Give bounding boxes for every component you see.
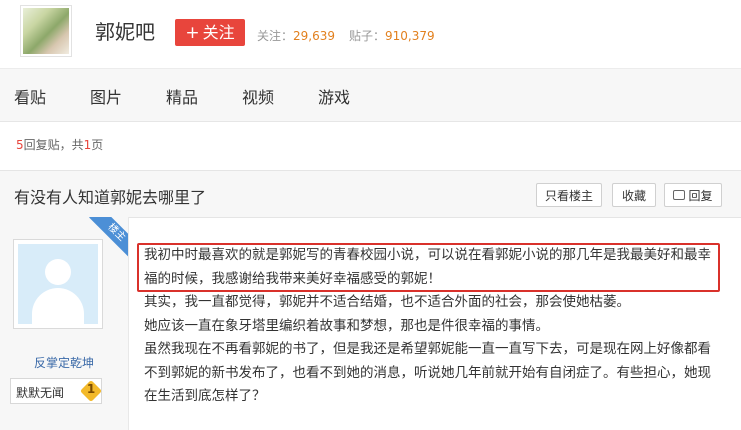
reply-count-text: 回复贴，共	[23, 138, 84, 152]
author-name[interactable]: 反掌定乾坤	[0, 354, 128, 371]
thread-title: 有没有人知道郭妮去哪里了	[14, 188, 207, 207]
tab-videos[interactable]: 视频	[242, 84, 274, 108]
plus-icon: +	[185, 23, 200, 43]
page-suffix: 页	[91, 138, 104, 152]
post-paragraph: 她应该一直在象牙塔里编织着故事和梦想，那也是件很幸福的事情。	[144, 317, 549, 334]
op-badge-label: 楼主	[89, 217, 128, 260]
forum-stats: 关注：29,639 贴子：910,379	[257, 27, 435, 44]
tab-posts[interactable]: 看贴	[14, 84, 46, 108]
forum-header: 郭妮吧 + 关注 关注：29,639 贴子：910,379	[0, 0, 741, 68]
reply-label: 回复	[688, 189, 713, 203]
reply-icon	[673, 190, 686, 200]
posts-label: 贴子：	[349, 29, 386, 43]
tab-featured[interactable]: 精品	[166, 84, 198, 108]
reply-button[interactable]: 回复	[664, 183, 722, 207]
follow-button[interactable]: + 关注	[175, 19, 245, 46]
only-op-button[interactable]: 只看楼主	[536, 183, 602, 207]
post-paragraph: 其实，我一直都觉得，郭妮并不适合结婚，也不适合外面的社会，那会使她枯萎。	[144, 294, 630, 310]
followers-count: 29,639	[293, 29, 336, 43]
post-paragraph: 我初中时最喜欢的就是郭妮写的青春校园小说，可以说在看郭妮小说的那几年是我最美好和…	[144, 247, 711, 287]
user-level-badge[interactable]: 默默无闻 1	[10, 378, 103, 404]
reply-count-info: 5回复贴，共1页	[16, 136, 103, 153]
followers-label: 关注：	[257, 29, 294, 43]
tab-games[interactable]: 游戏	[318, 84, 350, 108]
forum-avatar[interactable]	[20, 5, 72, 57]
tab-images[interactable]: 图片	[90, 84, 122, 108]
reply-count: 5	[16, 138, 24, 152]
post-content: 我初中时最喜欢的就是郭妮写的青春校园小说，可以说在看郭妮小说的那几年是我最美好和…	[144, 244, 724, 409]
thread-title-bar: 有没有人知道郭妮去哪里了 只看楼主 收藏 回复	[0, 170, 741, 218]
level-title: 默默无闻	[16, 386, 65, 400]
post-paragraph: 虽然我现在不再看郭妮的书了，但是我还是希望郭妮能一直一直写下去，可是现在网上好像…	[144, 341, 711, 404]
follow-label: 关注	[202, 23, 235, 42]
favorite-button[interactable]: 收藏	[612, 183, 656, 207]
posts-count: 910,379	[385, 29, 435, 43]
forum-nav: 看贴 图片 精品 视频 游戏	[0, 68, 741, 122]
op-badge: 楼主	[84, 217, 128, 261]
forum-name[interactable]: 郭妮吧	[95, 16, 155, 45]
level-number: 1	[86, 382, 96, 396]
